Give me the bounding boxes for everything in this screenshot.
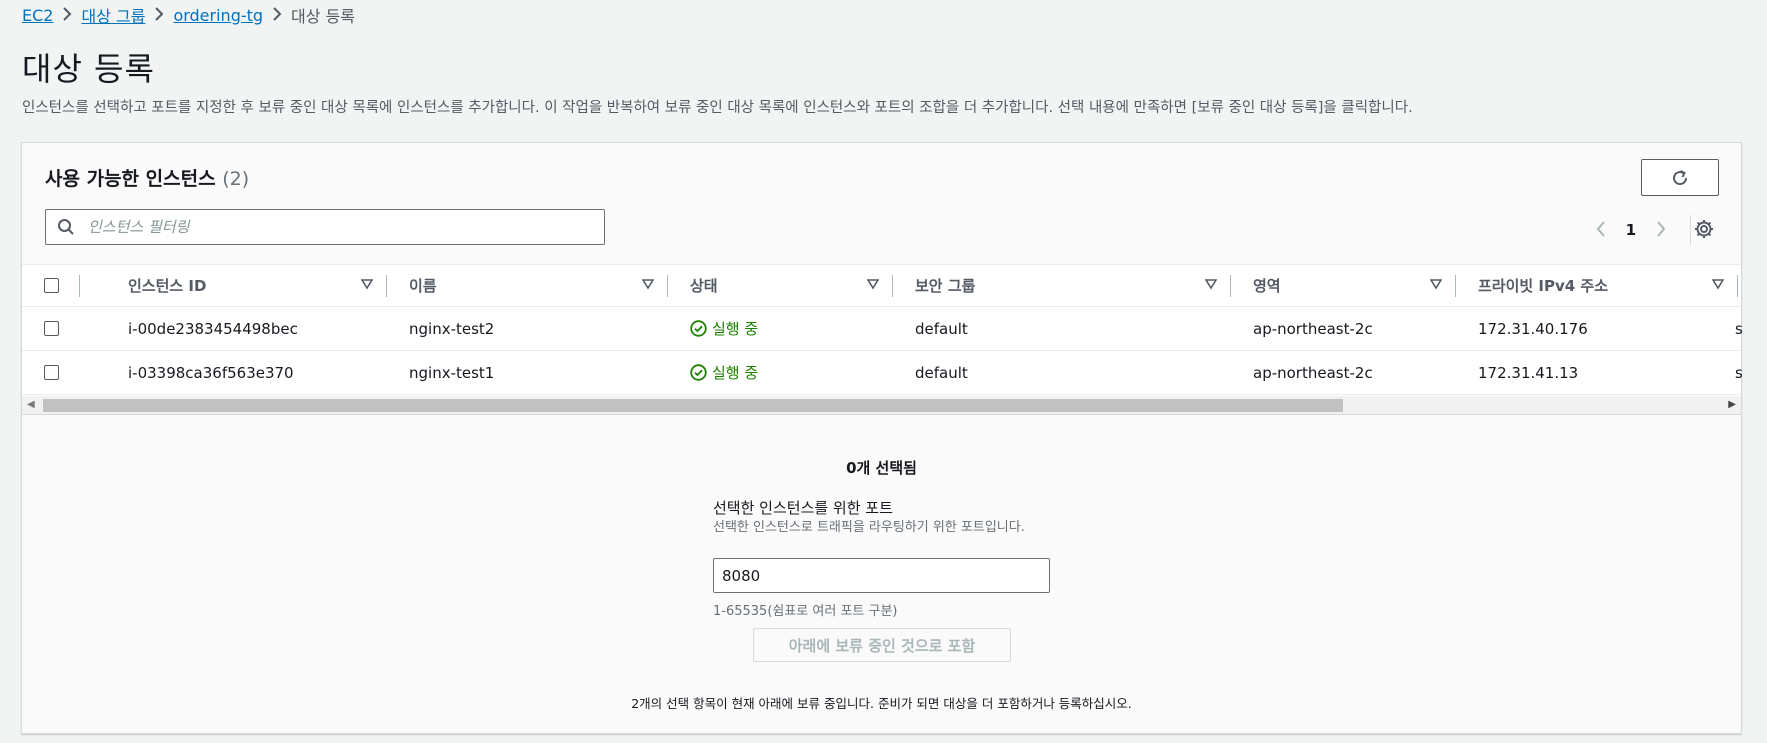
instance-filter[interactable]: [45, 209, 605, 245]
row-checkbox[interactable]: [44, 321, 59, 336]
panel-title: 사용 가능한 인스턴스 (2): [45, 164, 249, 191]
sort-caret-icon: [867, 279, 879, 290]
instance-id-cell: i-03398ca36f563e370: [128, 363, 294, 382]
chevron-right-icon: [1657, 221, 1666, 237]
instance-name-cell: nginx-test1: [409, 363, 495, 382]
column-label: 보안 그룹: [915, 277, 976, 295]
state-cell: 실행 중: [690, 307, 758, 350]
zone-cell: ap-northeast-2c: [1253, 363, 1373, 382]
sort-caret-icon: [1712, 279, 1724, 290]
settings-button[interactable]: [1693, 218, 1715, 240]
column-header-instance-id[interactable]: 인스턴스 ID: [106, 265, 387, 306]
chevron-left-icon: [1596, 221, 1605, 237]
column-header-security-group[interactable]: 보안 그룹: [893, 265, 1231, 306]
status-badge: 실행 중: [690, 362, 758, 383]
table-row[interactable]: i-00de2383454498bec nginx-test2 실행 중 def…: [22, 307, 1743, 351]
panel-title-text: 사용 가능한 인스턴스: [45, 168, 216, 190]
scroll-left-icon[interactable]: ◀: [27, 399, 35, 410]
prev-page-button[interactable]: [1596, 218, 1606, 242]
truncated-cell: s: [1735, 319, 1743, 338]
column-label: 프라이빗 IPv4 주소: [1478, 277, 1609, 295]
sort-caret-icon: [642, 279, 654, 290]
row-select-cell: [44, 307, 59, 350]
search-input[interactable]: [86, 217, 604, 237]
refresh-icon: [1673, 169, 1688, 185]
select-all-checkbox[interactable]: [44, 278, 59, 293]
panel-header: 사용 가능한 인스턴스 (2) 1: [22, 143, 1741, 265]
column-label: 이름: [409, 277, 437, 295]
security-group-cell: default: [915, 319, 968, 338]
row-checkbox[interactable]: [44, 365, 59, 380]
pagination: 1: [1596, 215, 1691, 245]
state-cell: 실행 중: [690, 351, 758, 394]
port-hint: 1-65535(쉼표로 여러 포트 구분): [713, 604, 898, 619]
breadcrumb-link-ec2[interactable]: EC2: [22, 6, 53, 25]
port-input[interactable]: [713, 558, 1050, 593]
column-header-private-ip[interactable]: 프라이빗 IPv4 주소: [1456, 265, 1738, 306]
instance-name-cell: nginx-test2: [409, 319, 495, 338]
breadcrumb-current: 대상 등록: [291, 7, 356, 26]
next-page-button[interactable]: [1656, 218, 1666, 242]
page-description: 인스턴스를 선택하고 포트를 지정한 후 보류 중인 대상 목록에 인스턴스를 …: [22, 100, 1413, 116]
status-text: 실행 중: [712, 320, 759, 338]
check-circle-icon: [690, 320, 707, 337]
column-label: 상태: [690, 277, 718, 295]
breadcrumb-link-ordering-tg[interactable]: ordering-tg: [173, 6, 263, 25]
status-badge: 실행 중: [690, 318, 758, 339]
status-text: 실행 중: [712, 364, 759, 382]
column-header-zone[interactable]: 영역: [1231, 265, 1456, 306]
pager-divider: [1690, 215, 1691, 245]
table-row[interactable]: i-03398ca36f563e370 nginx-test1 실행 중 def…: [22, 351, 1743, 395]
horizontal-scrollbar[interactable]: ◀ ▶: [22, 396, 1741, 415]
chevron-right-icon: [145, 6, 173, 25]
port-description: 선택한 인스턴스로 트래픽을 라우팅하기 위한 포트입니다.: [713, 520, 1025, 535]
scroll-right-icon[interactable]: ▶: [1728, 399, 1736, 410]
port-label: 선택한 인스턴스를 위한 포트: [713, 499, 893, 517]
instances-table: 인스턴스 ID 이름 상태 보안 그룹 영역 프라이빗 IPv4 주소 i-00…: [22, 265, 1743, 395]
column-header-name[interactable]: 이름: [387, 265, 668, 306]
scrollbar-thumb[interactable]: [43, 399, 1343, 412]
security-group-cell: default: [915, 363, 968, 382]
refresh-button[interactable]: [1641, 159, 1719, 196]
row-select-cell: [44, 351, 59, 394]
zone-cell: ap-northeast-2c: [1253, 319, 1373, 338]
instance-id-cell: i-00de2383454498bec: [128, 319, 298, 338]
gear-icon: [1695, 220, 1713, 238]
column-header-state[interactable]: 상태: [668, 265, 893, 306]
sort-caret-icon: [1205, 279, 1217, 290]
truncated-cell: s: [1735, 363, 1743, 382]
selected-count: 0개 선택됨: [846, 459, 917, 477]
select-all-cell: [44, 265, 96, 306]
breadcrumb: EC2 대상 그룹 ordering-tg 대상 등록: [22, 3, 355, 27]
private-ip-cell: 172.31.41.13: [1478, 363, 1579, 382]
instance-count: (2): [222, 168, 250, 190]
column-label: 인스턴스 ID: [128, 277, 207, 295]
private-ip-cell: 172.31.40.176: [1478, 319, 1588, 338]
pending-note: 2개의 선택 항목이 현재 아래에 보류 중입니다. 준비가 되면 대상을 더 …: [631, 696, 1132, 711]
sort-caret-icon: [361, 279, 373, 290]
column-divider: [79, 275, 80, 297]
check-circle-icon: [690, 364, 707, 381]
chevron-right-icon: [263, 6, 291, 25]
chevron-right-icon: [53, 6, 81, 25]
breadcrumb-link-target-groups[interactable]: 대상 그룹: [81, 3, 145, 27]
search-icon: [46, 218, 86, 236]
include-as-pending-button[interactable]: 아래에 보류 중인 것으로 포함: [753, 628, 1011, 662]
table-header: 인스턴스 ID 이름 상태 보안 그룹 영역 프라이빗 IPv4 주소: [22, 265, 1741, 307]
available-instances-panel: 사용 가능한 인스턴스 (2) 1: [21, 142, 1743, 734]
column-divider: [1737, 275, 1738, 297]
selection-footer: 0개 선택됨 선택한 인스턴스를 위한 포트 선택한 인스턴스로 트래픽을 라우…: [22, 415, 1741, 733]
current-page[interactable]: 1: [1626, 221, 1636, 239]
page-title: 대상 등록: [22, 50, 155, 88]
sort-caret-icon: [1430, 279, 1442, 290]
column-label: 영역: [1253, 277, 1281, 295]
